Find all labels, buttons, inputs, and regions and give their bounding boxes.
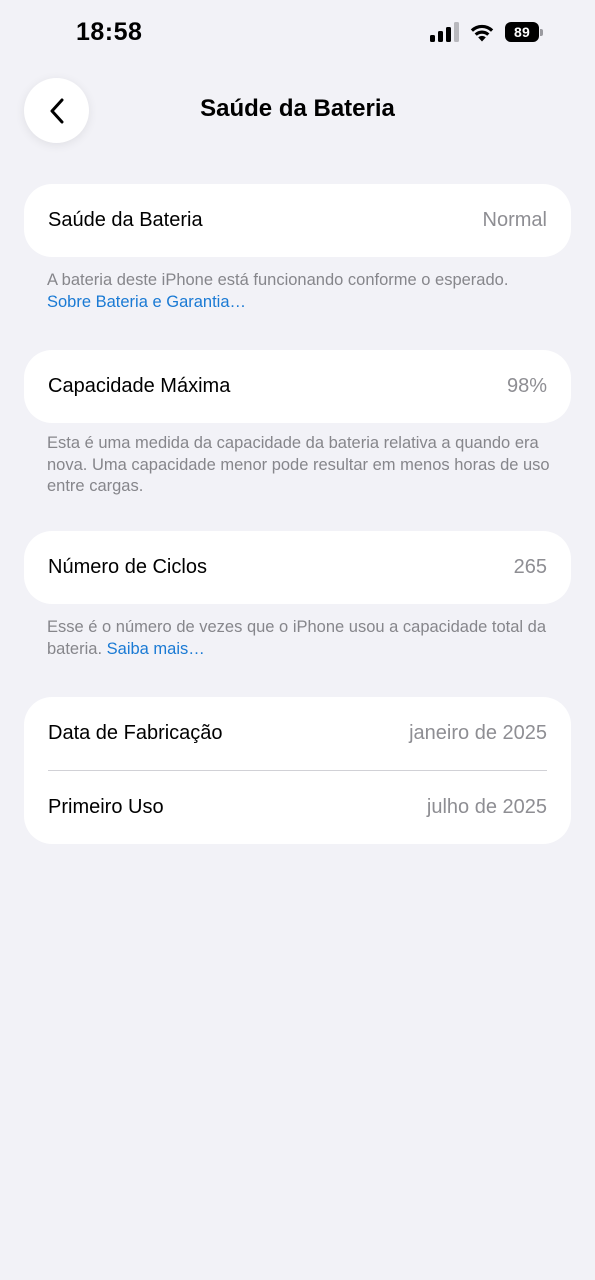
battery-warranty-link[interactable]: Sobre Bateria e Garantia… [47, 293, 246, 311]
navigation-bar: Saúde da Bateria [0, 78, 595, 144]
battery-level: 89 [505, 22, 539, 42]
wifi-icon [470, 24, 494, 42]
first-use-value: julho de 2025 [426, 796, 547, 818]
cycle-count-footnote: Esse é o número de vezes que o iPhone us… [47, 617, 557, 660]
battery-health-label: Saúde da Bateria [48, 209, 203, 231]
status-icons: 89 [430, 22, 543, 42]
learn-more-link[interactable]: Saiba mais… [107, 640, 205, 658]
battery-health-footnote: A bateria deste iPhone está funcionando … [47, 270, 557, 313]
battery-icon: 89 [505, 22, 543, 42]
max-capacity-card: Capacidade Máxima 98% [24, 350, 571, 423]
status-bar: 18:58 89 [0, 0, 595, 68]
cycle-count-row: Número de Ciclos 265 [24, 531, 571, 604]
manufacture-date-value: janeiro de 2025 [409, 722, 547, 744]
status-time: 18:58 [76, 18, 143, 46]
dates-card: Data de Fabricação janeiro de 2025 Prime… [24, 697, 571, 844]
manufacture-date-row: Data de Fabricação janeiro de 2025 [24, 697, 571, 770]
max-capacity-label: Capacidade Máxima [48, 375, 231, 397]
max-capacity-value: 98% [506, 375, 547, 397]
first-use-row: Primeiro Uso julho de 2025 [24, 771, 571, 844]
cycle-count-card: Número de Ciclos 265 [24, 531, 571, 604]
manufacture-date-label: Data de Fabricação [48, 722, 223, 744]
cellular-signal-icon [430, 22, 459, 42]
battery-health-row: Saúde da Bateria Normal [24, 184, 571, 257]
max-capacity-row: Capacidade Máxima 98% [24, 350, 571, 423]
max-capacity-footnote: Esta é uma medida da capacidade da bater… [47, 434, 550, 495]
battery-health-description: A bateria deste iPhone está funcionando … [47, 271, 509, 289]
first-use-label: Primeiro Uso [48, 796, 164, 818]
battery-health-value: Normal [482, 209, 547, 231]
battery-health-card: Saúde da Bateria Normal [24, 184, 571, 257]
cycle-count-label: Número de Ciclos [48, 556, 207, 578]
page-title: Saúde da Bateria [200, 95, 395, 122]
cycle-count-value: 265 [513, 556, 547, 578]
